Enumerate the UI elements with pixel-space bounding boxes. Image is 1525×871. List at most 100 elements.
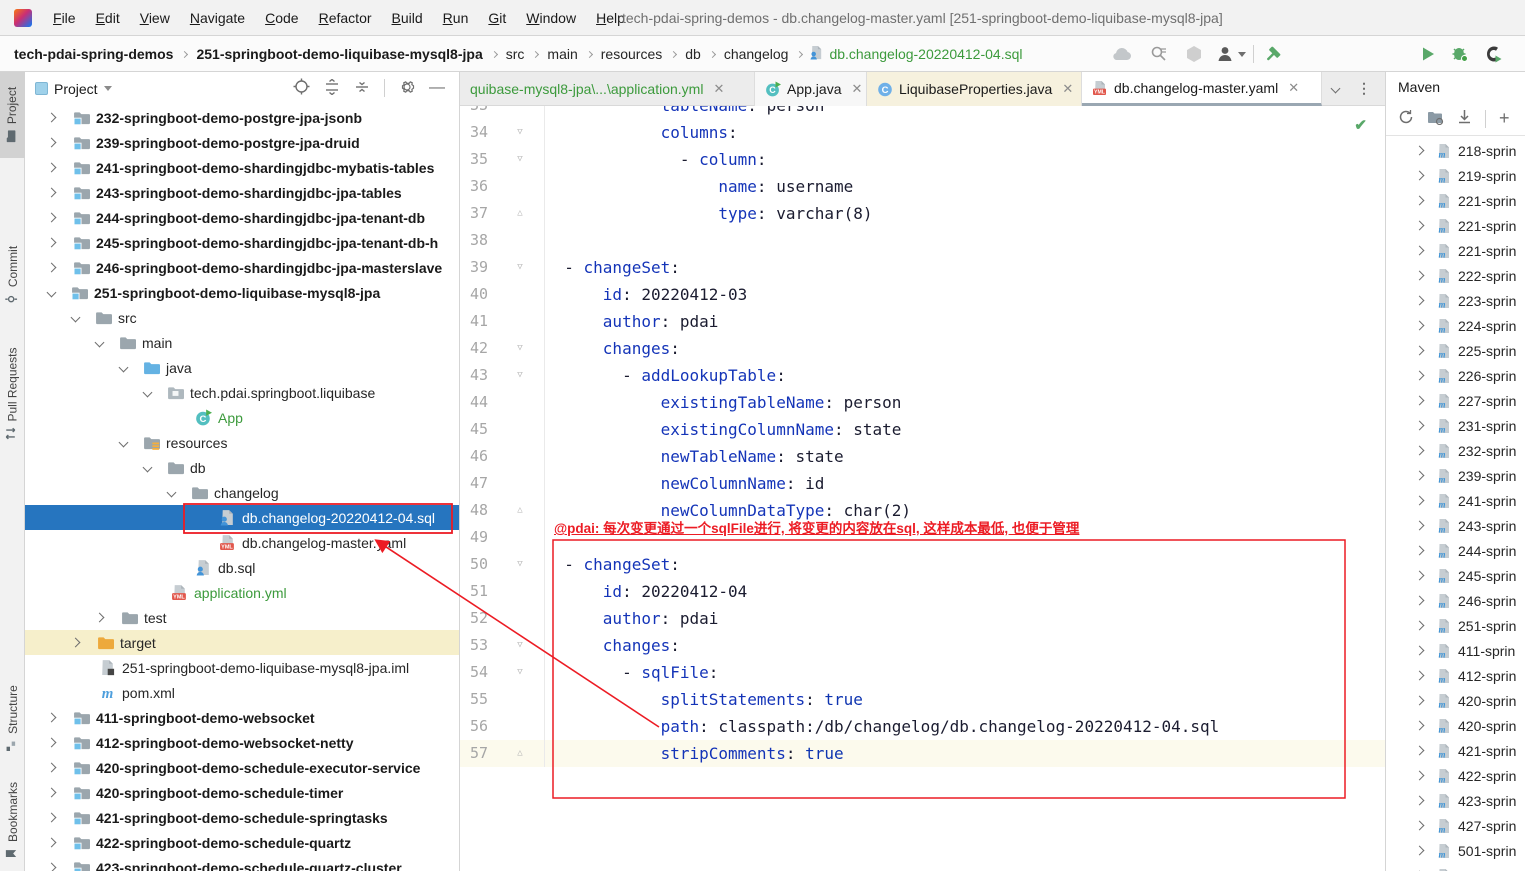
maven-module-row[interactable]: m 232-sprin <box>1386 438 1525 463</box>
maven-module-row[interactable]: m 243-sprin <box>1386 513 1525 538</box>
fold-marker-icon[interactable]: ▽ <box>505 362 535 389</box>
chevron-right-icon[interactable] <box>1414 620 1425 631</box>
chevron-right-icon[interactable] <box>1414 195 1425 206</box>
run-icon[interactable] <box>1417 43 1439 65</box>
hexagon-icon[interactable] <box>1183 43 1205 65</box>
maven-module-row[interactable]: m 222-sprin <box>1386 263 1525 288</box>
fold-marker-icon[interactable]: ▽ <box>505 119 535 146</box>
chevron-down-icon[interactable] <box>46 287 57 298</box>
tree-row[interactable]: 422-springboot-demo-schedule-quartz <box>25 830 459 855</box>
chevron-right-icon[interactable] <box>1414 495 1425 506</box>
tree-row[interactable]: 421-springboot-demo-schedule-springtasks <box>25 805 459 830</box>
fold-marker-icon[interactable]: ▽ <box>505 254 535 281</box>
tree-row[interactable]: resources <box>25 430 459 455</box>
maven-module-row[interactable]: m 420-sprin <box>1386 713 1525 738</box>
code-editor[interactable]: 33 tableName: person 34 ▽ columns: 35 ▽ - co… <box>460 106 1385 871</box>
breadcrumb-item[interactable]: db <box>683 46 703 62</box>
maven-module-row[interactable]: m 411-sprin <box>1386 638 1525 663</box>
cloud-icon[interactable] <box>1111 43 1133 65</box>
search-everywhere-icon[interactable] <box>1148 43 1170 65</box>
tree-row[interactable]: tech.pdai.springboot.liquibase <box>25 380 459 405</box>
editor-line[interactable]: 49 <box>460 524 1385 551</box>
chevron-right-icon[interactable] <box>94 612 105 623</box>
editor-line[interactable]: 37 △ type: varchar(8) <box>460 200 1385 227</box>
tool-stripe-project[interactable]: Project <box>0 72 25 158</box>
maven-module-row[interactable]: m 218-sprin <box>1386 138 1525 163</box>
tree-row[interactable]: 412-springboot-demo-websocket-netty <box>25 730 459 755</box>
tree-row[interactable]: main <box>25 330 459 355</box>
chevron-right-icon[interactable] <box>1414 520 1425 531</box>
tree-row[interactable]: 241-springboot-demo-shardingjdbc-mybatis… <box>25 155 459 180</box>
editor-line[interactable]: 34 ▽ columns: <box>460 119 1385 146</box>
tree-row[interactable]: 411-springboot-demo-websocket <box>25 705 459 730</box>
gear-icon[interactable] <box>399 79 415 98</box>
maven-module-row[interactable]: m 245-sprin <box>1386 563 1525 588</box>
menu-view[interactable]: View <box>130 1 180 35</box>
maven-module-row[interactable]: m 231-sprin <box>1386 413 1525 438</box>
maven-module-row[interactable]: m 221-sprin <box>1386 188 1525 213</box>
chevron-right-icon[interactable] <box>1414 470 1425 481</box>
chevron-right-icon[interactable] <box>1414 770 1425 781</box>
maven-module-row[interactable]: m 227-sprin <box>1386 388 1525 413</box>
close-icon[interactable]: ✕ <box>713 81 724 97</box>
menu-edit[interactable]: Edit <box>86 1 130 35</box>
maven-module-row[interactable]: m 422-sprin <box>1386 763 1525 788</box>
profiler-icon[interactable] <box>1483 43 1505 65</box>
maven-module-row[interactable]: m 420-sprin <box>1386 688 1525 713</box>
close-icon[interactable]: ✕ <box>1062 81 1073 97</box>
chevron-right-icon[interactable] <box>46 812 57 823</box>
chevron-right-icon[interactable] <box>1414 745 1425 756</box>
chevron-down-icon[interactable] <box>118 437 129 448</box>
fold-marker-icon[interactable]: ▽ <box>505 659 535 686</box>
editor-line[interactable]: 51 id: 20220412-04 <box>460 578 1385 605</box>
chevron-right-icon[interactable] <box>1414 645 1425 656</box>
editor-line[interactable]: 55 splitStatements: true <box>460 686 1385 713</box>
tool-stripe-commit[interactable]: Commit <box>0 236 25 314</box>
tree-row[interactable]: YML application.yml <box>25 580 459 605</box>
editor-line[interactable]: 40 id: 20220412-03 <box>460 281 1385 308</box>
chevron-right-icon[interactable] <box>1414 170 1425 181</box>
fold-marker-icon[interactable]: △ <box>505 200 535 227</box>
chevron-down-icon[interactable] <box>70 312 81 323</box>
fold-marker-icon[interactable]: ▽ <box>505 335 535 362</box>
maven-module-row[interactable]: m 423-sprin <box>1386 788 1525 813</box>
editor-line[interactable]: 56 path: classpath:/db/changelog/db.chan… <box>460 713 1385 740</box>
chevron-right-icon[interactable] <box>46 137 57 148</box>
editor-tab[interactable]: quibase-mysql8-jpa\...\application.yml ✕ <box>460 72 755 106</box>
editor-line[interactable]: 39 ▽ - changeSet: <box>460 254 1385 281</box>
chevron-down-icon[interactable] <box>142 462 153 473</box>
maven-module-row[interactable]: m 239-sprin <box>1386 463 1525 488</box>
menu-build[interactable]: Build <box>382 1 433 35</box>
editor-tab[interactable]: YML db.changelog-master.yaml ✕ <box>1082 72 1322 106</box>
user-icon[interactable] <box>1214 43 1236 65</box>
chevron-right-icon[interactable] <box>46 837 57 848</box>
chevron-down-icon[interactable] <box>1330 83 1341 94</box>
chevron-right-icon[interactable] <box>1414 795 1425 806</box>
chevron-right-icon[interactable] <box>1414 245 1425 256</box>
menu-file[interactable]: File <box>43 1 86 35</box>
maven-module-row[interactable]: m 219-sprin <box>1386 163 1525 188</box>
editor-line[interactable]: 42 ▽ changes: <box>460 335 1385 362</box>
tree-row[interactable]: java <box>25 355 459 380</box>
tree-row[interactable]: 251-springboot-demo-liquibase-mysql8-jpa… <box>25 655 459 680</box>
hide-panel-icon[interactable]: — <box>429 80 445 96</box>
chevron-right-icon[interactable] <box>70 637 81 648</box>
project-panel-title[interactable]: Project <box>54 81 98 97</box>
chevron-down-icon[interactable] <box>166 487 177 498</box>
fold-marker-icon[interactable]: △ <box>505 740 535 767</box>
chevron-right-icon[interactable] <box>46 112 57 123</box>
chevron-right-icon[interactable] <box>46 187 57 198</box>
editor-line[interactable]: 53 ▽ changes: <box>460 632 1385 659</box>
editor-line[interactable]: 52 author: pdai <box>460 605 1385 632</box>
chevron-right-icon[interactable] <box>1414 595 1425 606</box>
chevron-right-icon[interactable] <box>1414 845 1425 856</box>
fold-marker-icon[interactable]: △ <box>505 497 535 524</box>
chevron-right-icon[interactable] <box>1414 570 1425 581</box>
chevron-right-icon[interactable] <box>46 737 57 748</box>
collapse-all-icon[interactable] <box>354 79 370 98</box>
locate-file-icon[interactable] <box>293 78 310 98</box>
tree-row[interactable]: C App <box>25 405 459 430</box>
breadcrumb-item[interactable]: tech-pdai-spring-demos <box>12 46 175 62</box>
maven-module-row[interactable]: m <box>1386 863 1525 871</box>
editor-line[interactable]: 46 newTableName: state <box>460 443 1385 470</box>
